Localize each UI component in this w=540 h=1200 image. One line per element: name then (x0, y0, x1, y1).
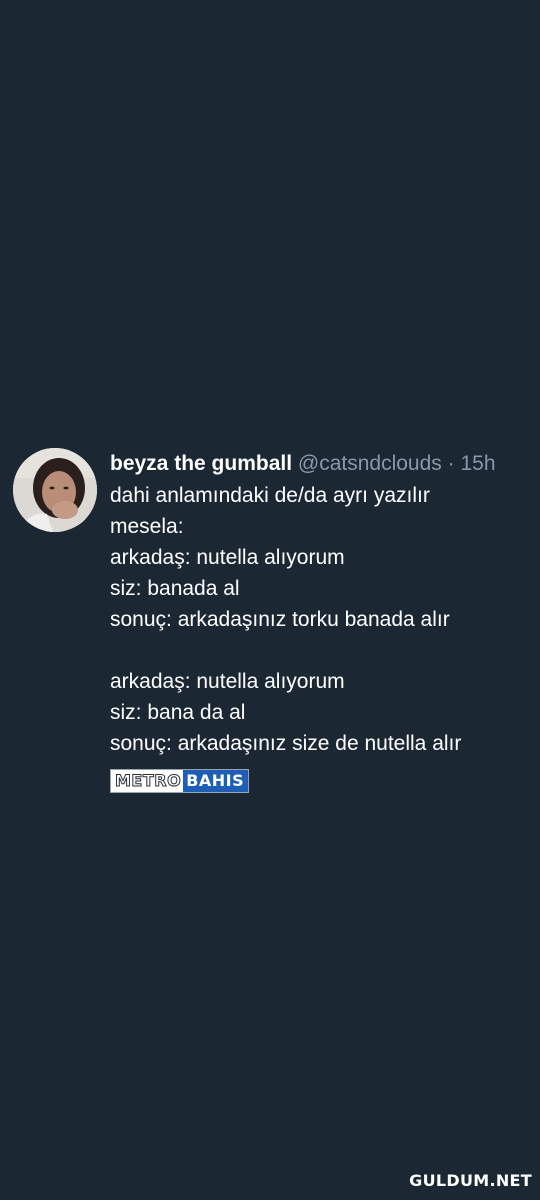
tweet-line: siz: bana da al (110, 701, 246, 724)
brand-logo: METRO BAHIS (110, 769, 250, 793)
timestamp[interactable]: 15h (460, 452, 495, 475)
watermark: GULDUM.NET (409, 1171, 532, 1190)
avatar-image (13, 448, 97, 532)
avatar[interactable] (13, 448, 97, 532)
tweet-line: sonuç: arkadaşınız size de nutella alır (110, 732, 462, 755)
tweet-line: siz: banada al (110, 577, 240, 600)
tweet-header: beyza the gumball @catsndclouds · 15h (110, 448, 540, 480)
display-name[interactable]: beyza the gumball (110, 452, 292, 475)
brand-logo-part-1: METRO (111, 770, 184, 792)
tweet-line: arkadaş: nutella alıyorum (110, 546, 345, 569)
brand-logo-part-2: BAHIS (183, 770, 249, 792)
tweet-line: mesela: (110, 515, 184, 538)
separator-dot: · (447, 452, 455, 475)
tweet-content: beyza the gumball @catsndclouds · 15h da… (110, 448, 540, 793)
tweet-line: dahi anlamındaki de/da ayrı yazılır (110, 484, 430, 507)
user-handle[interactable]: @catsndclouds (298, 452, 442, 475)
tweet-line: arkadaş: nutella alıyorum (110, 670, 345, 693)
tweet-text: dahi anlamındaki de/da ayrı yazılır mese… (110, 480, 540, 759)
tweet-line: sonuç: arkadaşınız torku banada alır (110, 608, 450, 631)
